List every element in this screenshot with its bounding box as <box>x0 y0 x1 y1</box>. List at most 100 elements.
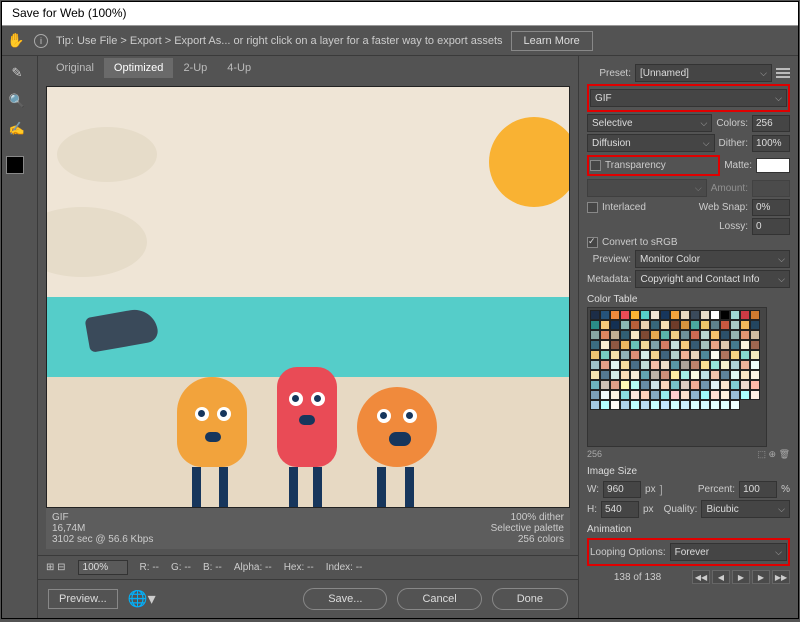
tab-original[interactable]: Original <box>46 58 104 78</box>
tab-optimized[interactable]: Optimized <box>104 58 174 78</box>
color-swatch[interactable] <box>630 370 640 380</box>
color-swatch[interactable] <box>650 380 660 390</box>
color-swatch[interactable] <box>710 400 720 410</box>
color-swatch[interactable] <box>630 360 640 370</box>
color-swatch[interactable] <box>690 340 700 350</box>
color-swatch[interactable] <box>610 390 620 400</box>
color-swatch[interactable] <box>610 360 620 370</box>
color-swatch[interactable] <box>650 340 660 350</box>
zoom-tool-icon[interactable]: 🔍 <box>6 90 28 112</box>
color-swatch[interactable] <box>670 340 680 350</box>
color-swatch[interactable] <box>650 360 660 370</box>
preset-select[interactable]: [Unnamed] <box>635 64 772 82</box>
color-swatch[interactable] <box>670 380 680 390</box>
color-swatch[interactable] <box>610 350 620 360</box>
color-swatch[interactable] <box>620 310 630 320</box>
color-swatch[interactable] <box>600 360 610 370</box>
zoom-select[interactable] <box>78 560 128 575</box>
color-swatch[interactable] <box>640 320 650 330</box>
color-table-grid[interactable] <box>587 307 767 447</box>
metadata-select[interactable]: Copyright and Contact Info <box>635 270 790 288</box>
color-swatch[interactable] <box>670 390 680 400</box>
color-swatch[interactable] <box>630 350 640 360</box>
color-swatch[interactable] <box>640 330 650 340</box>
color-swatch[interactable] <box>600 380 610 390</box>
color-swatch[interactable] <box>730 380 740 390</box>
anim-prev-button[interactable]: ◀ <box>712 570 730 584</box>
color-swatch[interactable] <box>590 390 600 400</box>
color-swatch[interactable] <box>730 340 740 350</box>
color-swatch[interactable] <box>640 360 650 370</box>
color-swatch[interactable] <box>680 310 690 320</box>
ct-lock-icon[interactable]: ⬚ <box>757 449 766 459</box>
color-swatch[interactable] <box>640 340 650 350</box>
color-swatch[interactable] <box>620 350 630 360</box>
color-swatch[interactable] <box>640 370 650 380</box>
color-swatch[interactable] <box>590 360 600 370</box>
color-swatch[interactable] <box>680 390 690 400</box>
color-swatch[interactable] <box>630 400 640 410</box>
color-swatch[interactable] <box>710 350 720 360</box>
matte-swatch[interactable] <box>756 158 790 173</box>
color-swatch[interactable] <box>700 400 710 410</box>
color-swatch[interactable] <box>610 340 620 350</box>
color-swatch[interactable] <box>720 390 730 400</box>
browser-icon[interactable]: 🌐▾ <box>128 589 156 609</box>
color-swatch[interactable] <box>660 320 670 330</box>
color-swatch[interactable] <box>720 310 730 320</box>
color-swatch[interactable] <box>710 330 720 340</box>
color-swatch[interactable] <box>600 390 610 400</box>
color-swatch[interactable] <box>660 380 670 390</box>
format-select[interactable]: GIF <box>590 89 787 107</box>
color-swatch[interactable] <box>610 330 620 340</box>
color-swatch[interactable] <box>650 370 660 380</box>
color-swatch[interactable] <box>710 340 720 350</box>
preview-profile-select[interactable]: Monitor Color <box>635 250 790 268</box>
color-swatch[interactable] <box>720 350 730 360</box>
color-swatch[interactable] <box>670 400 680 410</box>
color-swatch[interactable] <box>750 330 760 340</box>
color-swatch[interactable] <box>690 390 700 400</box>
color-swatch[interactable] <box>590 340 600 350</box>
color-swatch[interactable] <box>690 330 700 340</box>
color-swatch[interactable] <box>700 380 710 390</box>
color-swatch[interactable] <box>660 310 670 320</box>
color-swatch[interactable] <box>740 350 750 360</box>
preview-button[interactable]: Preview... <box>48 589 118 609</box>
color-swatch[interactable] <box>740 370 750 380</box>
color-swatch[interactable] <box>720 320 730 330</box>
color-swatch[interactable] <box>690 400 700 410</box>
eyedropper-tool-icon[interactable]: ✍ <box>6 118 28 140</box>
color-swatch[interactable] <box>600 370 610 380</box>
height-field[interactable] <box>601 501 639 518</box>
color-swatch[interactable] <box>680 340 690 350</box>
color-swatch[interactable] <box>720 380 730 390</box>
anim-play-button[interactable]: ▶ <box>732 570 750 584</box>
color-swatch[interactable] <box>650 400 660 410</box>
interlaced-checkbox[interactable] <box>587 202 598 213</box>
color-swatch[interactable] <box>720 360 730 370</box>
color-swatch[interactable] <box>620 370 630 380</box>
color-swatch[interactable] <box>610 370 620 380</box>
anim-next-button[interactable]: ▶ <box>752 570 770 584</box>
color-swatch[interactable] <box>740 380 750 390</box>
color-swatch[interactable] <box>590 320 600 330</box>
color-swatch[interactable] <box>740 340 750 350</box>
srgb-checkbox[interactable] <box>587 237 598 248</box>
color-swatch[interactable] <box>710 390 720 400</box>
color-swatch[interactable] <box>630 390 640 400</box>
color-swatch[interactable] <box>660 340 670 350</box>
color-swatch[interactable] <box>640 400 650 410</box>
color-swatch[interactable] <box>680 370 690 380</box>
color-swatch[interactable] <box>680 360 690 370</box>
color-swatch[interactable] <box>650 330 660 340</box>
color-swatch[interactable] <box>650 350 660 360</box>
color-swatch[interactable] <box>660 390 670 400</box>
color-swatch[interactable] <box>650 320 660 330</box>
constrain-link-icon[interactable]: ] <box>660 484 663 496</box>
color-swatch[interactable] <box>730 330 740 340</box>
color-swatch[interactable] <box>750 370 760 380</box>
color-swatch[interactable] <box>720 400 730 410</box>
colors-field[interactable] <box>752 115 790 132</box>
color-swatch[interactable] <box>660 400 670 410</box>
